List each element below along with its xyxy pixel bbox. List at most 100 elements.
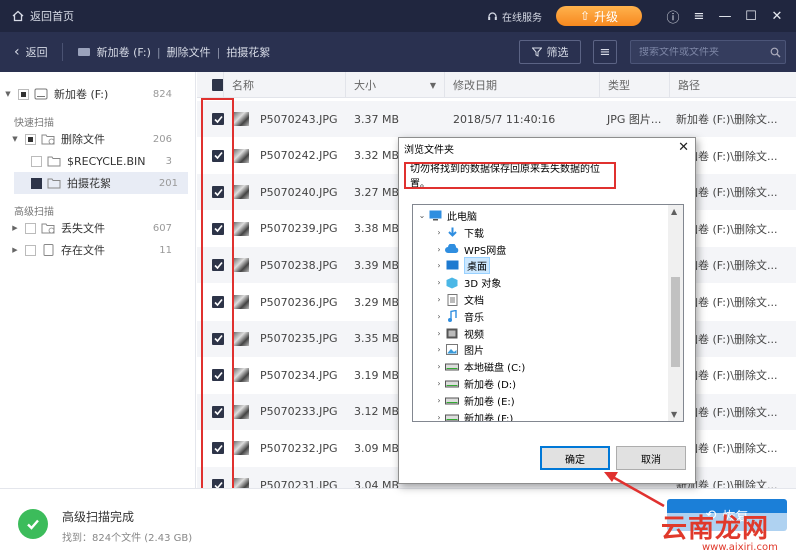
tree-item[interactable]: › 图片 xyxy=(433,341,484,358)
sidebar-item-label: 丢失文件 xyxy=(61,222,105,235)
collapse-arrow-icon[interactable]: › xyxy=(433,329,445,338)
collapse-arrow-icon[interactable]: › xyxy=(433,295,445,304)
file-name: P5070231.JPG xyxy=(260,478,338,489)
tree-scrollbar[interactable]: ▲ ▼ xyxy=(668,205,683,421)
sidebar-item-deleted-files[interactable]: ▼ 删除文件 206 xyxy=(0,128,196,150)
scroll-down-icon[interactable]: ▼ xyxy=(671,410,677,419)
collapse-arrow-icon[interactable]: › xyxy=(433,228,445,237)
close-button[interactable]: ✕ xyxy=(764,0,790,32)
tree-item-label: 图片 xyxy=(464,346,484,358)
info-button[interactable]: ⓘ xyxy=(660,0,686,32)
expand-arrow-icon[interactable]: ▼ xyxy=(10,135,20,143)
breadcrumb-item[interactable]: 新加卷 (F:) xyxy=(97,44,151,60)
maximize-button[interactable]: ☐ xyxy=(738,0,764,32)
dialog-close-button[interactable]: ✕ xyxy=(678,140,689,155)
table-row[interactable]: P5070243.JPG 3.37 MB 2018/5/7 11:40:16 JPG … xyxy=(197,101,796,137)
search-box xyxy=(630,40,786,64)
upgrade-button[interactable]: ⇧ 升级 xyxy=(556,6,642,26)
close-icon: ✕ xyxy=(678,140,689,155)
photos-checkbox[interactable] xyxy=(31,177,42,189)
collapse-arrow-icon[interactable]: › xyxy=(433,278,445,287)
expand-arrow-icon[interactable]: ▶ xyxy=(10,246,20,254)
collapse-arrow-icon[interactable]: › xyxy=(433,413,445,421)
home-label: 返回首页 xyxy=(30,10,74,23)
filter-button[interactable]: 筛选 xyxy=(519,40,581,64)
lost-files-checkbox[interactable] xyxy=(25,222,36,234)
collapse-arrow-icon[interactable]: › xyxy=(433,261,445,270)
ok-button[interactable]: 确定 xyxy=(540,446,610,470)
search-icon[interactable] xyxy=(765,47,785,58)
file-size: 3.39 MB xyxy=(354,258,400,272)
browse-folder-dialog: 浏览文件夹 ✕ 切勿将找到的数据保存回原来丢失数据的位置。 ⌄ 此电脑 › 下载 › WP… xyxy=(398,137,696,484)
tree-item[interactable]: › 新加卷 (D:) xyxy=(433,375,516,392)
breadcrumb-item[interactable]: 拍摄花絮 xyxy=(226,44,270,60)
file-size: 3.37 MB xyxy=(354,112,400,126)
item-count: 201 xyxy=(158,177,178,189)
tree-item[interactable]: › 文档 xyxy=(433,291,484,308)
breadcrumb: 新加卷 (F:) | 删除文件 | 拍摄花絮 xyxy=(77,44,270,60)
folder-tree: ⌄ 此电脑 › 下载 › WPS网盘 › 桌面 › 3D 对象 › 文档 › 音乐 › 视频 › 图片 › 本地磁盘 … xyxy=(412,204,684,422)
home-button[interactable]: 返回首页 xyxy=(12,8,74,24)
search-input[interactable] xyxy=(631,46,765,58)
deleted-files-checkbox[interactable] xyxy=(25,133,36,145)
tree-item[interactable]: › 音乐 xyxy=(433,308,484,325)
sidebar-item-photos[interactable]: 拍摄花絮 201 xyxy=(14,172,188,194)
cancel-button[interactable]: 取消 xyxy=(616,446,686,470)
breadcrumb-item[interactable]: 删除文件 xyxy=(167,44,211,60)
file-name: P5070239.JPG xyxy=(260,222,338,236)
tree-item[interactable]: ⌄ 此电脑 xyxy=(416,207,477,224)
collapse-arrow-icon[interactable]: › xyxy=(433,312,445,321)
collapse-arrow-icon[interactable]: › xyxy=(433,362,445,371)
collapse-arrow-icon[interactable]: › xyxy=(433,345,445,354)
collapse-arrow-icon[interactable]: › xyxy=(433,379,445,388)
file-name: P5070236.JPG xyxy=(260,295,338,309)
column-header-name[interactable]: 名称 xyxy=(223,72,345,98)
scroll-up-icon[interactable]: ▲ xyxy=(671,207,677,216)
minimize-button[interactable]: — xyxy=(712,0,738,32)
item-count: 11 xyxy=(159,244,172,256)
tree-item[interactable]: › 新加卷 (F:) xyxy=(433,409,513,421)
column-header-size[interactable]: 大小 ▼ xyxy=(345,72,444,98)
section-title-advanced-scan: 高级扫描 xyxy=(14,207,54,218)
column-header-path[interactable]: 路径 xyxy=(669,72,796,98)
image-thumbnail xyxy=(233,295,249,309)
list-view-button[interactable]: ≡ xyxy=(593,40,617,64)
column-header-type[interactable]: 类型 xyxy=(599,72,669,98)
image-thumbnail xyxy=(233,478,249,488)
column-header-label: 路径 xyxy=(678,79,700,92)
drive-checkbox[interactable] xyxy=(18,88,29,100)
expand-arrow-icon[interactable]: ⌄ xyxy=(416,211,428,220)
existing-files-checkbox[interactable] xyxy=(25,244,36,256)
recycle-bin-checkbox[interactable] xyxy=(31,155,42,167)
column-header-date[interactable]: 修改日期 xyxy=(444,72,599,98)
expand-arrow-icon[interactable]: ▶ xyxy=(10,224,20,232)
tree-item-label: 视频 xyxy=(464,329,484,341)
tree-item[interactable]: › 3D 对象 xyxy=(433,274,501,291)
collapse-arrow-icon[interactable]: › xyxy=(433,396,445,405)
collapse-arrow-icon[interactable]: › xyxy=(433,245,445,254)
scrollbar-thumb[interactable] xyxy=(671,277,680,367)
sidebar-item-drive[interactable]: ▼ 新加卷 (F:) 824 xyxy=(0,83,196,105)
item-count: 607 xyxy=(152,222,172,234)
sidebar-item-recycle-bin[interactable]: $RECYCLE.BIN 3 xyxy=(0,150,196,172)
tree-item[interactable]: › 视频 xyxy=(433,325,484,342)
sidebar-item-existing-files[interactable]: ▶ 存在文件 11 xyxy=(0,239,196,261)
watermark-url: www.aixiri.com xyxy=(702,542,778,553)
tree-item[interactable]: › WPS网盘 xyxy=(433,241,506,258)
menu-button[interactable]: ≡ xyxy=(686,0,712,32)
image-thumbnail xyxy=(233,258,249,273)
tree-item[interactable]: › 本地磁盘 (C:) xyxy=(433,358,525,375)
tree-item[interactable]: › 桌面 xyxy=(433,257,490,275)
section-title-quick-scan: 快速扫描 xyxy=(14,118,54,129)
expand-arrow-icon[interactable]: ▼ xyxy=(3,90,13,98)
tree-item[interactable]: › 下载 xyxy=(433,224,484,241)
back-button[interactable]: ‹ 返回 xyxy=(14,43,63,61)
tree-item[interactable]: › 新加卷 (E:) xyxy=(433,392,514,409)
sidebar-item-lost-files[interactable]: ▶ 丢失文件 607 xyxy=(0,217,196,239)
computer-icon xyxy=(428,210,442,221)
online-service-button[interactable]: 在线服务 xyxy=(487,9,542,24)
folder-icon xyxy=(47,178,61,189)
picture-icon xyxy=(445,344,459,356)
download-icon xyxy=(445,227,459,238)
item-count: 824 xyxy=(152,88,172,100)
